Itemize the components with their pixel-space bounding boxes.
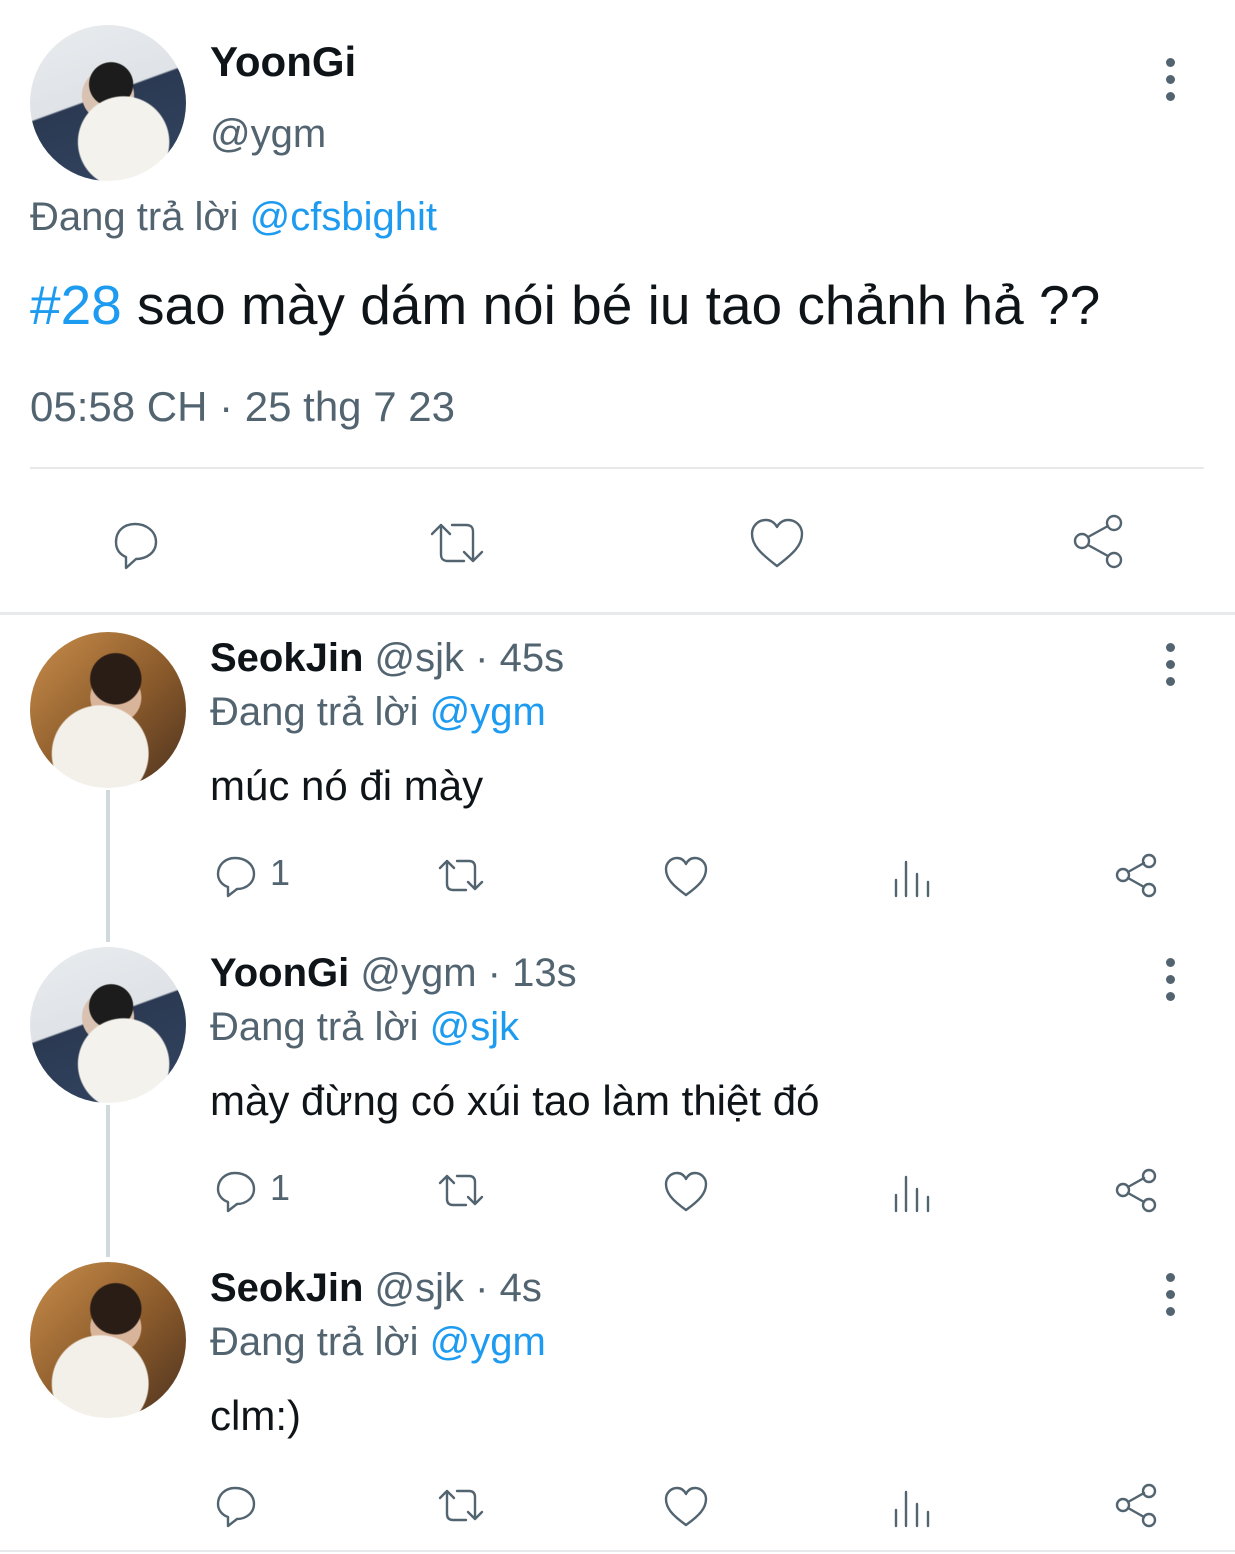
reply-display-name[interactable]: SeokJin [210,636,363,680]
retweet-icon[interactable] [434,1482,488,1530]
reply-icon[interactable] [104,512,166,574]
more-icon[interactable] [1166,58,1175,109]
like-icon[interactable] [662,852,710,900]
reply-time[interactable]: · 45s [475,636,564,680]
avatar[interactable] [30,947,186,1103]
replying-to-link[interactable]: @ygm [430,690,546,734]
like-icon[interactable] [746,512,808,574]
section-divider [0,612,1235,615]
replying-to: Đang trả lời @sjk [210,1005,519,1050]
share-icon[interactable] [1068,510,1130,572]
share-icon[interactable] [1112,1480,1162,1530]
main-handle[interactable]: @ygm [210,112,326,157]
reply-header: SeokJin @sjk · 45s [210,636,564,681]
replying-prefix: Đang trả lời [210,690,419,734]
share-icon[interactable] [1112,1165,1162,1215]
replying-prefix: Đang trả lời [30,195,239,239]
divider [30,467,1204,469]
reply-count: 1 [270,852,291,893]
replying-to-link[interactable]: @ygm [430,1320,546,1364]
avatar[interactable] [30,25,186,181]
share-icon[interactable] [1112,850,1162,900]
avatar[interactable] [30,1262,186,1418]
reply-handle[interactable]: @sjk [375,1266,465,1310]
hashtag-link[interactable]: #28 [30,274,122,336]
reply-time[interactable]: · 13s [488,951,577,995]
reply-display-name[interactable]: YoonGi [210,951,349,995]
reply-action-bar: 1 [0,848,1235,904]
reply-icon[interactable] [212,1482,260,1530]
reply-text: mày đừng có xúi tao làm thiệt đó [210,1077,820,1124]
reply-handle[interactable]: @sjk [375,636,465,680]
reply-action-bar: 1 [0,1163,1235,1219]
replying-to: Đang trả lời @ygm [210,690,546,735]
more-icon[interactable] [1166,643,1175,694]
reply-count: 1 [270,1167,291,1208]
replying-to: Đang trả lời @ygm [210,1320,546,1365]
reply-text: múc nó đi mày [210,762,484,809]
like-icon[interactable] [662,1482,710,1530]
bottom-divider [0,1550,1235,1552]
reply-header: YoonGi @ygm · 13s [210,951,577,996]
more-icon[interactable] [1166,1273,1175,1324]
tweet-body: sao mày dám nói bé iu tao chảnh hả ?? [121,274,1101,336]
retweet-icon[interactable] [434,1167,488,1215]
timestamp[interactable]: 05:58 CH · 25 thg 7 23 [30,383,455,431]
reply-icon[interactable] [212,1167,260,1215]
views-icon[interactable] [890,852,934,900]
replying-to: Đang trả lời @cfsbighit [30,195,437,240]
tweet-text: #28 sao mày dám nói bé iu tao chảnh hả ?… [30,273,1100,337]
like-icon[interactable] [662,1167,710,1215]
reply-action-bar [0,1478,1235,1534]
reply-icon[interactable] [212,852,260,900]
replying-to-link[interactable]: @sjk [430,1005,520,1049]
reply-handle[interactable]: @ygm [360,951,476,995]
more-icon[interactable] [1166,958,1175,1009]
reply-time[interactable]: · 4s [475,1266,542,1310]
retweet-icon[interactable] [434,852,488,900]
replying-prefix: Đang trả lời [210,1320,419,1364]
replying-to-link[interactable]: @cfsbighit [250,195,437,239]
avatar[interactable] [30,632,186,788]
retweet-icon[interactable] [424,512,490,574]
views-icon[interactable] [890,1167,934,1215]
reply-text: clm:) [210,1392,301,1439]
reply-display-name[interactable]: SeokJin [210,1266,363,1310]
main-display-name[interactable]: YoonGi [210,38,356,86]
reply-header: SeokJin @sjk · 4s [210,1266,542,1311]
views-icon[interactable] [890,1482,934,1530]
replying-prefix: Đang trả lời [210,1005,419,1049]
